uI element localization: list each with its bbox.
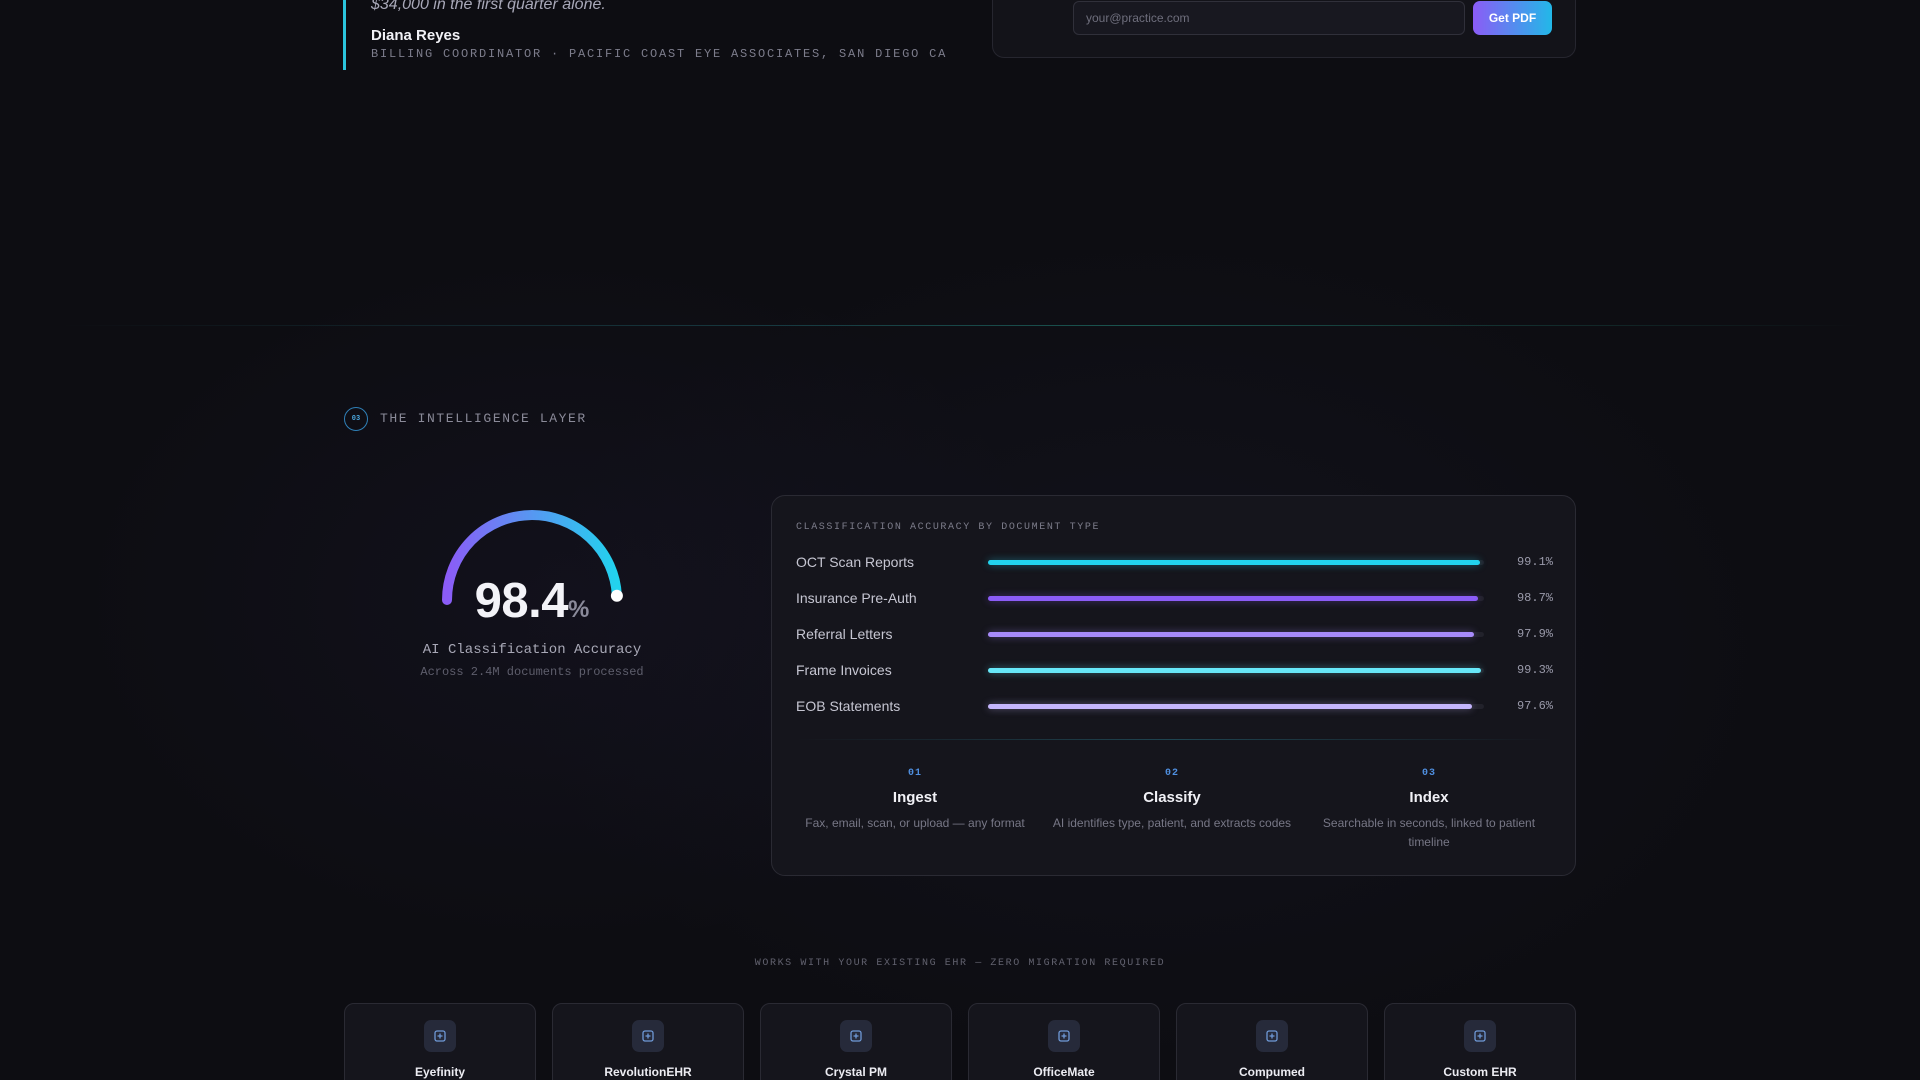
- gauge-number: 98.4: [474, 574, 569, 628]
- accuracy-row-value: 97.6%: [1516, 699, 1553, 713]
- accuracy-bar-track: [988, 704, 1484, 709]
- step-ingest: 01 Ingest Fax, email, scan, or upload — …: [795, 768, 1035, 833]
- ehr-card-compumed[interactable]: Compumed: [1176, 1003, 1368, 1080]
- step-title: Index: [1409, 789, 1449, 806]
- accuracy-row-label: OCT Scan Reports: [796, 554, 915, 570]
- plus-square-icon: [840, 1020, 872, 1052]
- accuracy-row-value: 97.9%: [1516, 627, 1553, 641]
- step-description: Searchable in seconds, linked to patient…: [1322, 816, 1536, 849]
- ehr-name: OfficeMate: [1033, 1065, 1095, 1079]
- ehr-name: Compumed: [1239, 1065, 1305, 1079]
- section-divider: [60, 325, 1860, 326]
- section-title: THE INTELLIGENCE LAYER: [380, 411, 587, 426]
- ehr-card-custom-ehr[interactable]: Custom EHR: [1384, 1003, 1576, 1080]
- ehr-card-officemate[interactable]: OfficeMate: [968, 1003, 1160, 1080]
- accuracy-bar-fill: [988, 668, 1481, 673]
- ehr-caption: WORKS WITH YOUR EXISTING EHR — ZERO MIGR…: [754, 958, 1166, 969]
- step-number: 01: [907, 768, 922, 779]
- gauge-value: 98.4%: [432, 573, 632, 629]
- accuracy-row: Insurance Pre-Auth 98.7%: [796, 589, 1553, 609]
- ehr-card-eyefinity[interactable]: Eyefinity: [344, 1003, 536, 1080]
- accuracy-row-label: Insurance Pre-Auth: [796, 590, 917, 606]
- step-classify: 02 Classify AI identifies type, patient,…: [1052, 768, 1292, 833]
- accuracy-row: Referral Letters 97.9%: [796, 625, 1553, 645]
- plus-square-icon: [1464, 1020, 1496, 1052]
- accuracy-bar-fill: [988, 704, 1473, 709]
- accuracy-row-label: Frame Invoices: [796, 662, 892, 678]
- ehr-card-revolutionehr[interactable]: RevolutionEHR: [552, 1003, 744, 1080]
- accuracy-row-label: Referral Letters: [796, 626, 893, 642]
- accuracy-bar-track: [988, 560, 1484, 565]
- accuracy-bar-fill: [988, 596, 1478, 601]
- accuracy-row: EOB Statements 97.6%: [796, 697, 1553, 717]
- ehr-card-crystal-pm[interactable]: Crystal PM: [760, 1003, 952, 1080]
- ehr-name: Crystal PM: [824, 1065, 888, 1079]
- accuracy-row-value: 98.7%: [1516, 591, 1553, 605]
- step-index: 03 Index Searchable in seconds, linked t…: [1309, 768, 1549, 852]
- accuracy-bar-track: [988, 596, 1484, 601]
- accuracy-row-value: 99.1%: [1516, 555, 1553, 569]
- section-number-badge: 03: [344, 407, 368, 431]
- plus-square-icon: [424, 1020, 456, 1052]
- testimonial: $34,000 in the first quarter alone. Dian…: [343, 0, 945, 70]
- plus-square-icon: [1048, 1020, 1080, 1052]
- step-number: 03: [1421, 768, 1436, 779]
- pdf-request-card: Get PDF: [992, 0, 1576, 58]
- testimonial-quote: $34,000 in the first quarter alone.: [371, 0, 606, 13]
- get-pdf-button[interactable]: Get PDF: [1473, 1, 1552, 35]
- accuracy-bar-fill: [988, 632, 1474, 637]
- step-title: Classify: [1143, 789, 1201, 806]
- testimonial-author-role: BILLING COORDINATOR · PACIFIC COAST EYE …: [371, 47, 948, 61]
- accuracy-bar-fill: [988, 560, 1480, 565]
- step-description: Fax, email, scan, or upload — any format: [805, 816, 1025, 830]
- accuracy-heading: CLASSIFICATION ACCURACY BY DOCUMENT TYPE: [796, 522, 1101, 533]
- plus-square-icon: [1256, 1020, 1288, 1052]
- accuracy-row: OCT Scan Reports 99.1%: [796, 553, 1553, 573]
- accuracy-card: CLASSIFICATION ACCURACY BY DOCUMENT TYPE…: [771, 495, 1576, 876]
- ehr-name: Eyefinity: [414, 1065, 465, 1079]
- gauge-sublabel: Across 2.4M documents processed: [420, 665, 644, 679]
- accuracy-bar-track: [988, 632, 1484, 637]
- gauge-label: AI Classification Accuracy: [422, 642, 642, 658]
- accuracy-divider: [796, 739, 1553, 740]
- accuracy-row-label: EOB Statements: [796, 698, 901, 714]
- testimonial-author-name: Diana Reyes: [371, 27, 461, 44]
- step-title: Ingest: [892, 789, 938, 806]
- gauge-unit: %: [568, 596, 590, 623]
- ehr-name: Custom EHR: [1443, 1065, 1517, 1079]
- plus-square-icon: [632, 1020, 664, 1052]
- step-number: 02: [1164, 768, 1179, 779]
- accuracy-row: Frame Invoices 99.3%: [796, 661, 1553, 681]
- ehr-name: RevolutionEHR: [604, 1065, 692, 1079]
- accuracy-row-value: 99.3%: [1516, 663, 1553, 677]
- step-description: AI identifies type, patient, and extract…: [1052, 816, 1292, 830]
- accuracy-bar-track: [988, 668, 1484, 673]
- email-input[interactable]: [1073, 1, 1465, 35]
